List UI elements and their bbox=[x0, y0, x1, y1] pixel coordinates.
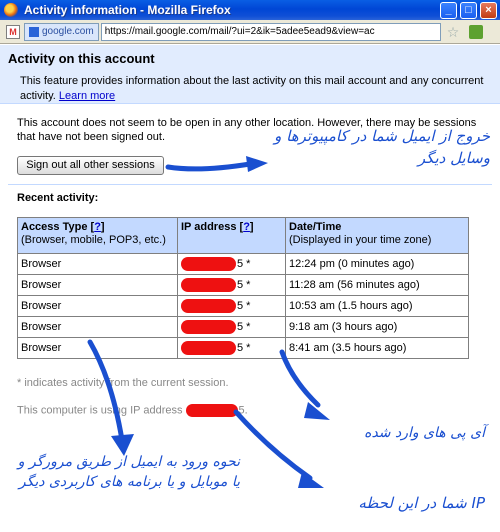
annotation-access-method: نحوه ورود به ایمیل از طریق مرورگر و یا م… bbox=[17, 454, 240, 490]
access-type-cell: Browser bbox=[17, 316, 178, 338]
table-row: Browser 5 * 11:28 am (56 minutes ago) bbox=[17, 274, 469, 296]
site-identity-label: google.com bbox=[42, 26, 94, 37]
ip-suffix: 5 * bbox=[237, 320, 251, 333]
sign-out-other-sessions-button[interactable]: Sign out all other sessions bbox=[17, 156, 164, 175]
window-title: Activity information - Mozilla Firefox bbox=[24, 3, 231, 17]
page-title: Activity on this account bbox=[8, 51, 155, 66]
annotation-current-ip: IP شما در این لحظه bbox=[358, 494, 485, 512]
lock-icon bbox=[29, 26, 39, 37]
ip-cell: 5 * bbox=[177, 295, 286, 317]
maximize-button[interactable]: □ bbox=[460, 1, 477, 19]
bookmark-star-icon[interactable]: ☆ bbox=[447, 25, 460, 39]
ip-redaction bbox=[185, 404, 238, 417]
ip-suffix: 5 * bbox=[237, 299, 251, 312]
table-row: Browser 5 * 10:53 am (1.5 hours ago) bbox=[17, 295, 469, 317]
date-time-cell: 10:53 am (1.5 hours ago) bbox=[285, 295, 469, 317]
header-access-type-label: Access Type bbox=[21, 221, 88, 233]
ip-redaction bbox=[181, 341, 236, 355]
access-type-cell: Browser bbox=[17, 337, 178, 359]
computer-ip-prefix: This computer is using IP address bbox=[17, 404, 183, 417]
computer-ip-line: This computer is using IP address 5. bbox=[17, 404, 248, 417]
date-time-cell: 9:18 am (3 hours ago) bbox=[285, 316, 469, 338]
ip-cell: 5 * bbox=[177, 274, 286, 296]
ip-suffix: 5 * bbox=[237, 278, 251, 291]
ip-cell: 5 * bbox=[177, 337, 286, 359]
intro-text: This feature provides information about … bbox=[20, 74, 490, 104]
current-session-footnote: * indicates activity from the current se… bbox=[17, 377, 229, 389]
divider bbox=[8, 184, 492, 185]
ip-redaction bbox=[181, 299, 236, 313]
header-date-label: Date/Time bbox=[289, 221, 342, 233]
annotation-ip-used: آی پی های وارد شده bbox=[364, 425, 485, 441]
arrow-ip-used bbox=[279, 349, 321, 408]
annotation-signout: خروج از ایمیل شما در کامپیوترها و وسایل … bbox=[274, 127, 490, 167]
header-date-time: Date/Time (Displayed in your time zone) bbox=[285, 217, 469, 254]
url-toolbar: M google.com https://mail.google.com/mai… bbox=[0, 20, 500, 44]
firefox-icon bbox=[4, 3, 18, 17]
header-access-type: Access Type [?] (Browser, mobile, POP3, … bbox=[17, 217, 178, 254]
arrow-current-ip bbox=[233, 409, 313, 481]
learn-more-link[interactable]: Learn more bbox=[59, 90, 115, 102]
access-type-help-link[interactable]: ? bbox=[94, 221, 101, 233]
site-identity-button[interactable]: google.com bbox=[24, 22, 99, 41]
gmail-favicon-icon: M bbox=[6, 24, 20, 39]
ip-cell: 5 * bbox=[177, 253, 286, 275]
date-time-cell: 12:24 pm (0 minutes ago) bbox=[285, 253, 469, 275]
computer-ip-suffix: 5. bbox=[238, 404, 248, 417]
minimize-button[interactable]: _ bbox=[440, 1, 457, 19]
date-time-cell: 8:41 am (3.5 hours ago) bbox=[285, 337, 469, 359]
arrow-signout bbox=[165, 161, 253, 172]
ip-cell: 5 * bbox=[177, 316, 286, 338]
header-date-sub: (Displayed in your time zone) bbox=[289, 234, 432, 246]
ip-redaction bbox=[181, 257, 236, 271]
address-input[interactable]: https://mail.google.com/mail/?ui=2&ik=5a… bbox=[100, 22, 441, 41]
close-button[interactable]: × bbox=[480, 1, 497, 19]
header-ip-label: IP address bbox=[181, 221, 237, 233]
ip-suffix: 5 * bbox=[237, 341, 251, 354]
date-time-cell: 11:28 am (56 minutes ago) bbox=[285, 274, 469, 296]
ip-suffix: 5 * bbox=[237, 257, 251, 270]
access-type-cell: Browser bbox=[17, 295, 178, 317]
recent-activity-heading: Recent activity: bbox=[17, 192, 99, 204]
window-titlebar: Activity information - Mozilla Firefox _… bbox=[0, 0, 500, 20]
addon-icon[interactable] bbox=[469, 24, 484, 39]
access-type-cell: Browser bbox=[17, 253, 178, 275]
table-row: Browser 5 * 9:18 am (3 hours ago) bbox=[17, 316, 469, 338]
table-row: Browser 5 * 8:41 am (3.5 hours ago) bbox=[17, 337, 469, 359]
header-access-type-sub: (Browser, mobile, POP3, etc.) bbox=[21, 234, 166, 246]
ip-redaction bbox=[181, 278, 236, 292]
activity-table: Access Type [?] (Browser, mobile, POP3, … bbox=[17, 217, 469, 359]
header-ip-address: IP address [?] bbox=[177, 217, 286, 254]
table-row: Browser 5 * 12:24 pm (0 minutes ago) bbox=[17, 253, 469, 275]
ip-redaction bbox=[181, 320, 236, 334]
ip-help-link[interactable]: ? bbox=[243, 221, 250, 233]
access-type-cell: Browser bbox=[17, 274, 178, 296]
